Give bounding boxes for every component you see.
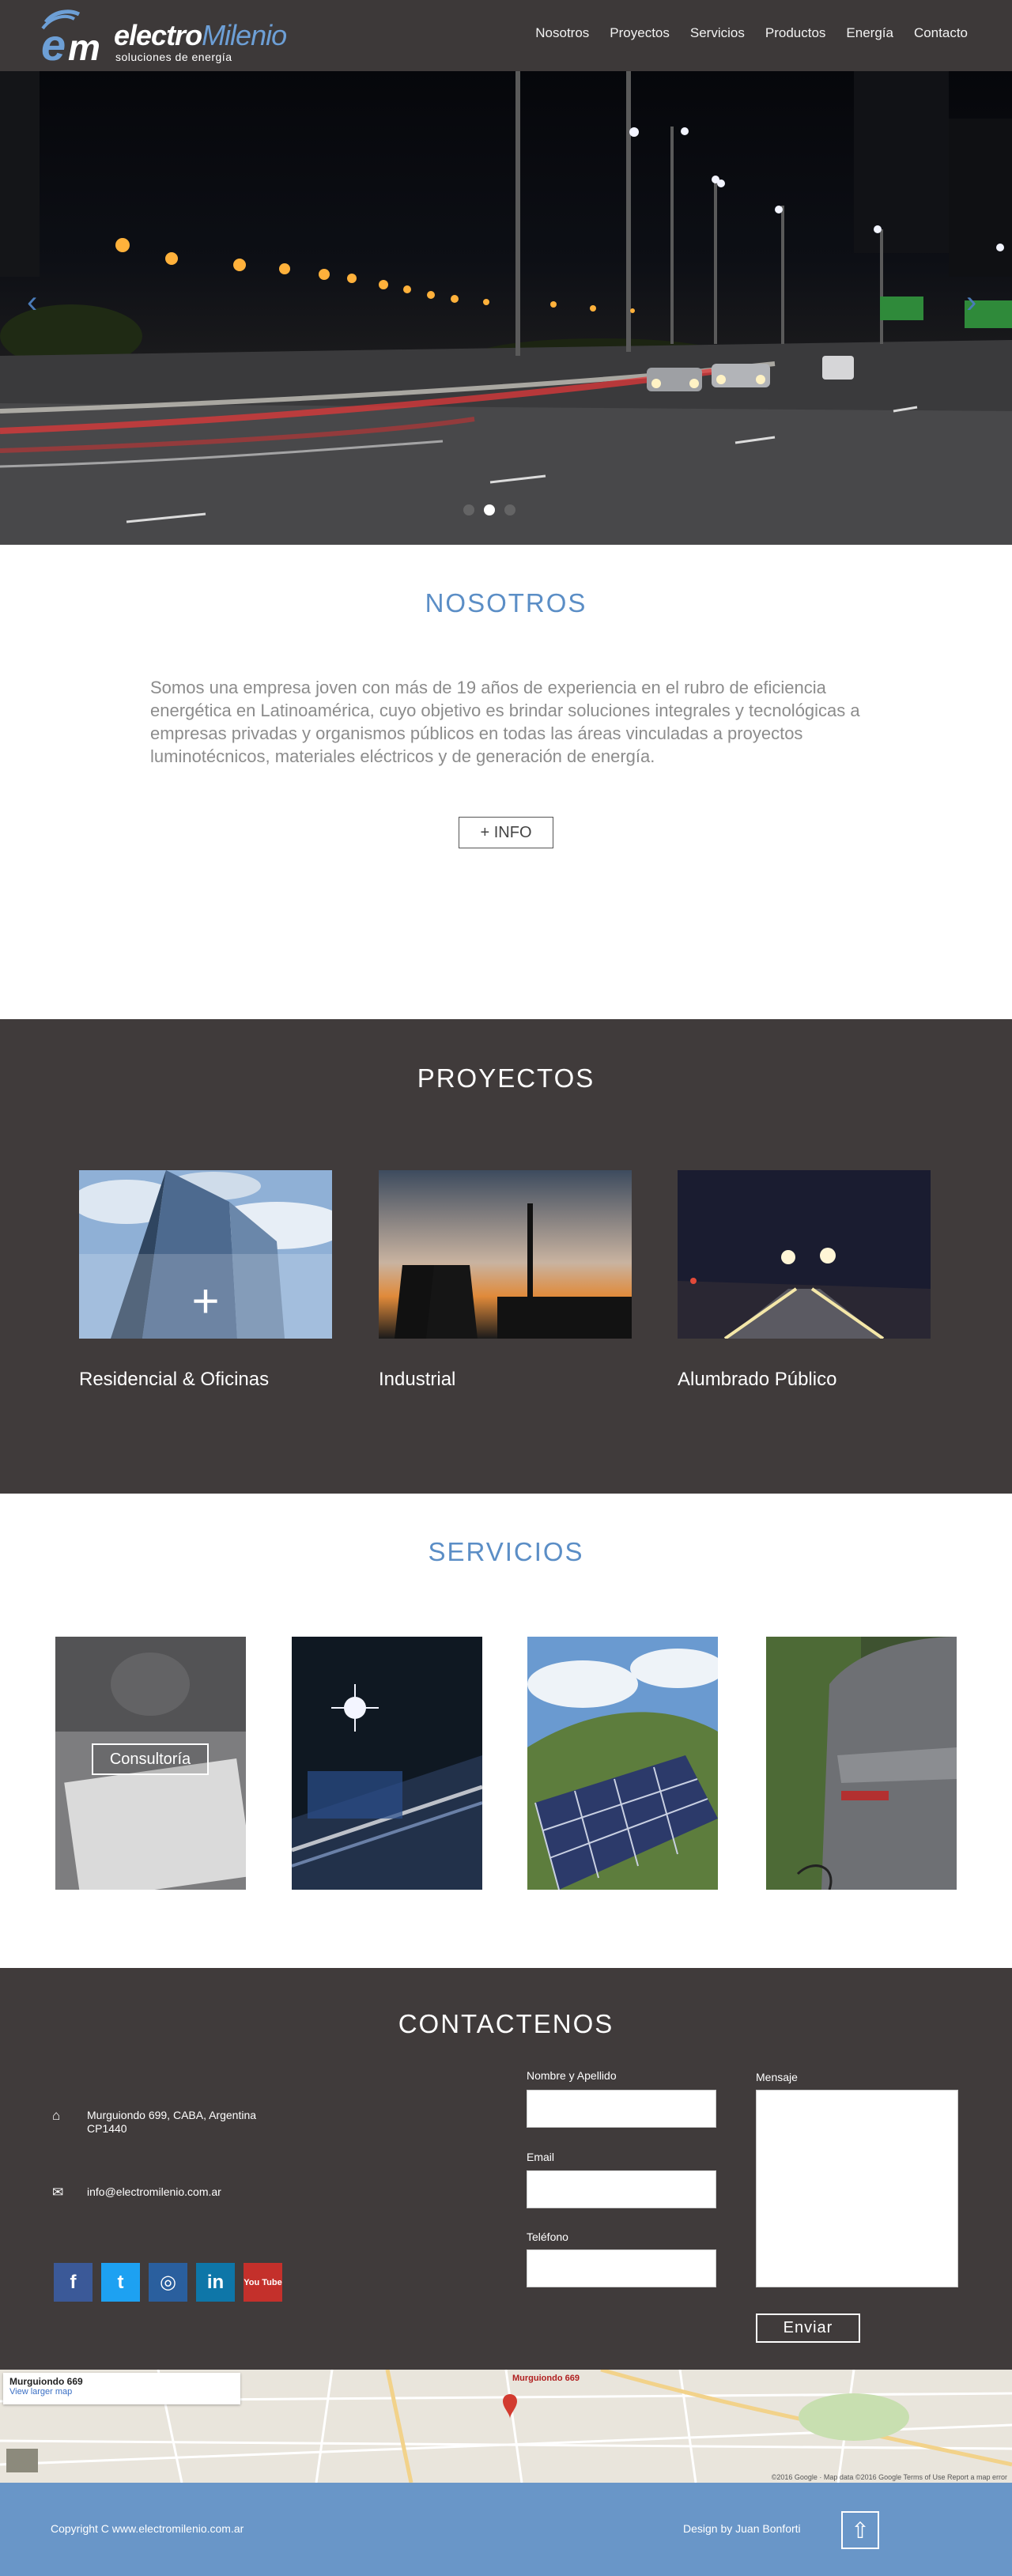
project-card-residencial[interactable]: + Residencial & Oficinas [79, 1170, 332, 1391]
copyright-text: Copyright C www.electromilenio.com.ar [51, 2522, 244, 2535]
proyectos-title: PROYECTOS [417, 1063, 595, 1093]
map-info-card: Murguiondo 669 View larger map [3, 2373, 240, 2404]
hero-slider: ‹ › [0, 71, 1012, 545]
service-label: Consultoría [92, 1743, 209, 1775]
slider-dot-2[interactable] [484, 504, 495, 516]
project-card-alumbrado[interactable]: Alumbrado Público [678, 1170, 931, 1391]
twitter-icon[interactable]: t [101, 2263, 140, 2302]
project-label: Residencial & Oficinas [79, 1369, 270, 1390]
name-field[interactable] [527, 2090, 716, 2128]
service-card-consultoria[interactable]: Consultoría [55, 1637, 246, 1890]
nosotros-body: Somos una empresa joven con más de 19 añ… [150, 678, 860, 766]
nav-energia[interactable]: Energía [846, 25, 893, 41]
location-map[interactable]: Murguiondo 669 View larger map ©2016 Goo… [0, 2370, 1012, 2483]
phone-label: Teléfono [527, 2230, 568, 2243]
nav-proyectos[interactable]: Proyectos [610, 25, 670, 41]
email-field[interactable] [527, 2170, 716, 2208]
project-card-industrial[interactable]: Industrial [379, 1170, 632, 1391]
slider-dot-1[interactable] [463, 504, 474, 516]
phone-field[interactable] [527, 2249, 716, 2287]
facebook-icon[interactable]: f [54, 2263, 93, 2302]
logo-wordmark: electroMilenio [114, 19, 287, 51]
message-label: Mensaje [756, 2071, 798, 2083]
page: e m electroMilenio soluciones de energía… [0, 0, 1012, 2576]
address-row: ⌂ Murguiondo 699, CABA, Argentina CP1440 [52, 2109, 256, 2136]
logo[interactable]: e m electroMilenio soluciones de energía [38, 8, 287, 65]
email-text[interactable]: info@electromilenio.com.ar [87, 2185, 221, 2199]
plus-icon: + [191, 1275, 219, 1328]
map-pin-label: Murguiondo 669 [512, 2374, 580, 2383]
slider-dot-3[interactable] [504, 504, 515, 516]
svg-text:m: m [68, 27, 100, 65]
designer-credit: Design by Juan Bonforti [683, 2522, 801, 2535]
project-label: Industrial [379, 1369, 456, 1390]
contact-title: CONTACTENOS [398, 2009, 614, 2038]
map-larger-link[interactable]: View larger map [9, 2387, 234, 2397]
name-label: Nombre y Apellido [527, 2069, 617, 2082]
nav-contacto[interactable]: Contacto [914, 25, 968, 41]
service-card-4[interactable] [766, 1637, 957, 1890]
send-button[interactable]: Enviar [756, 2313, 860, 2343]
map-attribution: ©2016 Google · Map data ©2016 Google Ter… [771, 2473, 1007, 2481]
service-image-electric-car [766, 1637, 957, 1890]
linkedin-icon[interactable]: in [196, 2263, 235, 2302]
project-image-residencial: + [79, 1170, 332, 1339]
servicios-title: SERVICIOS [428, 1537, 584, 1566]
site-footer: Copyright C www.electromilenio.com.ar De… [0, 2483, 1012, 2576]
proyectos-section: PROYECTOS + Residencial & Oficinas Indus… [0, 1019, 1012, 1494]
nav-servicios[interactable]: Servicios [690, 25, 745, 41]
svg-text:e: e [41, 20, 66, 65]
project-image-alumbrado [678, 1170, 931, 1339]
envelope-icon: ✉ [52, 2185, 64, 2200]
site-header: e m electroMilenio soluciones de energía… [0, 0, 1012, 71]
info-button[interactable]: + INFO [459, 817, 553, 848]
email-label: Email [527, 2151, 555, 2163]
slider-next-chevron-right-icon[interactable]: › [966, 285, 976, 320]
nav-productos[interactable]: Productos [765, 25, 826, 41]
logo-mark-icon: e m [41, 9, 100, 65]
project-image-industrial [379, 1170, 632, 1339]
social-links: f t ◎ in You Tube [54, 2263, 282, 2302]
slider-dots [463, 504, 515, 516]
address-text: Murguiondo 699, CABA, Argentina CP1440 [87, 2109, 257, 2135]
hero-night-highway-image [0, 71, 1012, 545]
map-place-name: Murguiondo 669 [9, 2376, 83, 2387]
project-label: Alumbrado Público [678, 1369, 837, 1390]
back-to-top-arrow-up-icon[interactable]: ⇧ [841, 2511, 879, 2549]
slider-prev-chevron-left-icon[interactable]: ‹ [27, 285, 37, 320]
home-icon: ⌂ [52, 2108, 61, 2123]
service-image-night-lights [292, 1637, 482, 1890]
logo-tagline: soluciones de energía [115, 51, 232, 63]
email-row: ✉ info@electromilenio.com.ar [52, 2185, 221, 2199]
service-card-3[interactable] [527, 1637, 718, 1890]
contact-section: CONTACTENOS ⌂ Murguiondo 699, CABA, Arge… [0, 1968, 1012, 2370]
youtube-icon[interactable]: You Tube [244, 2263, 282, 2302]
message-field[interactable] [756, 2090, 958, 2287]
service-card-2[interactable] [292, 1637, 482, 1890]
main-nav: Nosotros Proyectos Servicios Productos E… [535, 25, 968, 41]
nosotros-title: NOSOTROS [425, 588, 587, 618]
instagram-icon[interactable]: ◎ [149, 2263, 187, 2302]
service-image-solar-panels [527, 1637, 718, 1890]
nav-nosotros[interactable]: Nosotros [535, 25, 589, 41]
